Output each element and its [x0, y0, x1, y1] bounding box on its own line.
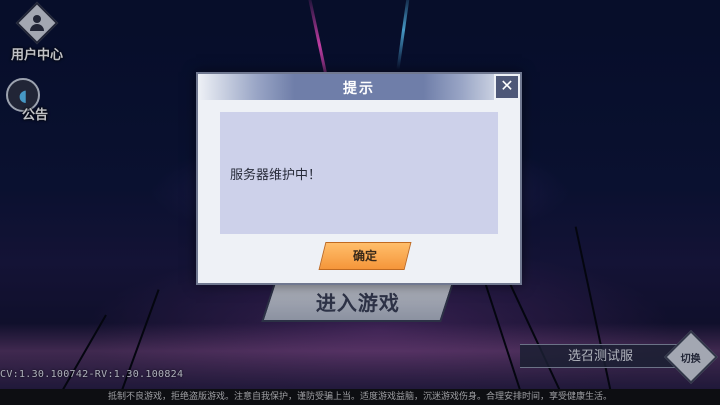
dialog-title: 提示 [343, 81, 375, 97]
close-icon[interactable]: ✕ [494, 74, 520, 100]
dialog-body: 服务器维护中！ [220, 112, 498, 234]
dialog-header: 提示 [198, 74, 520, 100]
dialog-message: 服务器维护中！ [230, 168, 322, 183]
confirm-label: 确定 [352, 249, 377, 263]
alert-dialog: 提示 ✕ 服务器维护中！ 确定 [196, 72, 522, 285]
confirm-button[interactable]: 确定 [318, 242, 412, 270]
